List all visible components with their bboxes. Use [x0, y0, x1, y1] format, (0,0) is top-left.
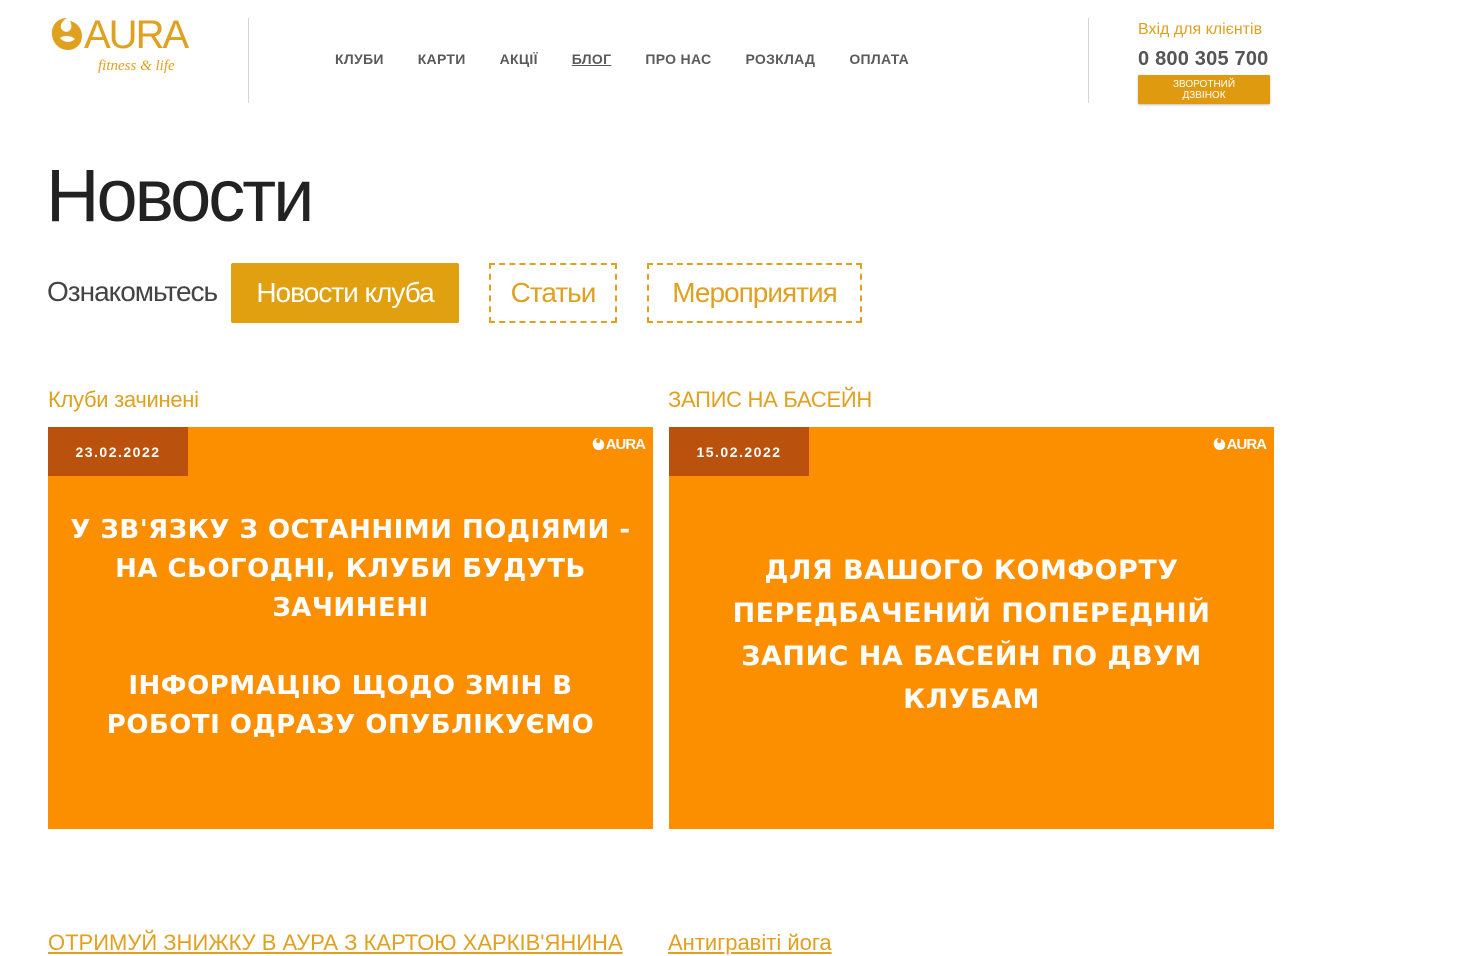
- nav-item-schedule[interactable]: РОЗКЛАД: [745, 51, 815, 71]
- site-header: AURA fitness & life КЛУБИ КАРТИ АКЦІЇ БЛ…: [0, 0, 1459, 120]
- main-nav: КЛУБИ КАРТИ АКЦІЇ БЛОГ ПРО НАС РОЗКЛАД О…: [318, 51, 926, 71]
- logo-tagline: fitness & life: [98, 58, 175, 74]
- aura-logo-icon: [1213, 437, 1225, 451]
- post-date-badge: 15.02.2022: [669, 427, 809, 476]
- header-divider-right: [1088, 18, 1089, 103]
- post-title-pool-booking[interactable]: ЗАПИС НА БАСЕЙН: [668, 387, 872, 413]
- nav-item-blog[interactable]: БЛОГ: [572, 51, 612, 71]
- aura-logo-icon: [592, 437, 604, 451]
- aura-logo-icon: [51, 18, 82, 50]
- image-aura-logo: AURA: [592, 436, 646, 453]
- post-image-subtext: інформацію щодо змін в роботі одразу опу…: [106, 671, 595, 740]
- nav-item-promotions[interactable]: АКЦІЇ: [500, 51, 538, 71]
- post-image-pool-booking[interactable]: 15.02.2022 AURA Для вашого комфорту пере…: [669, 427, 1274, 829]
- phone-number[interactable]: 0 800 305 700: [1138, 48, 1269, 71]
- nav-item-clubs[interactable]: КЛУБИ: [335, 51, 384, 71]
- nav-item-about[interactable]: ПРО НАС: [645, 51, 711, 71]
- image-logo-text: AURA: [605, 436, 646, 453]
- filter-label: Ознакомьтесь: [47, 276, 218, 307]
- client-login-link[interactable]: Вхід для клієнтів: [1138, 21, 1262, 39]
- callback-label-line1: ЗВОРОТНИЙ: [1172, 78, 1236, 90]
- nav-item-cards[interactable]: КАРТИ: [418, 51, 466, 71]
- image-logo-text: AURA: [1226, 436, 1267, 453]
- filter-articles[interactable]: Статьи: [489, 263, 617, 323]
- nav-item-payment[interactable]: ОПЛАТА: [849, 51, 909, 71]
- post-image-text: Для вашого комфорту передбачений поперед…: [732, 555, 1211, 715]
- post-image-text: у зв'язку з останніми подіями - на сього…: [70, 515, 631, 623]
- page-title: Новости: [46, 154, 314, 237]
- post-title-antigravity-yoga[interactable]: Антигравіті йога: [668, 930, 832, 956]
- post-title-clubs-closed[interactable]: Клуби зачинені: [48, 387, 199, 413]
- filter-club-news[interactable]: Новости клуба: [231, 263, 459, 323]
- post-title-kharkiv-card-discount[interactable]: ОТРИМУЙ ЗНИЖКУ В АУРА З КАРТОЮ ХАРКІВ'ЯН…: [48, 930, 623, 956]
- post-image-clubs-closed[interactable]: 23.02.2022 AURA у зв'язку з останніми по…: [48, 427, 653, 829]
- post-date-badge: 23.02.2022: [48, 427, 188, 476]
- filter-events[interactable]: Мероприятия: [647, 263, 862, 323]
- aura-logo[interactable]: AURA fitness & life: [50, 14, 190, 80]
- callback-label-line2: ДЗВІНОК: [1182, 89, 1226, 101]
- image-aura-logo: AURA: [1213, 436, 1267, 453]
- logo-wordmark: AURA: [84, 13, 189, 57]
- callback-button[interactable]: ЗВОРОТНИЙ ДЗВІНОК: [1138, 75, 1270, 104]
- header-divider-left: [248, 18, 249, 103]
